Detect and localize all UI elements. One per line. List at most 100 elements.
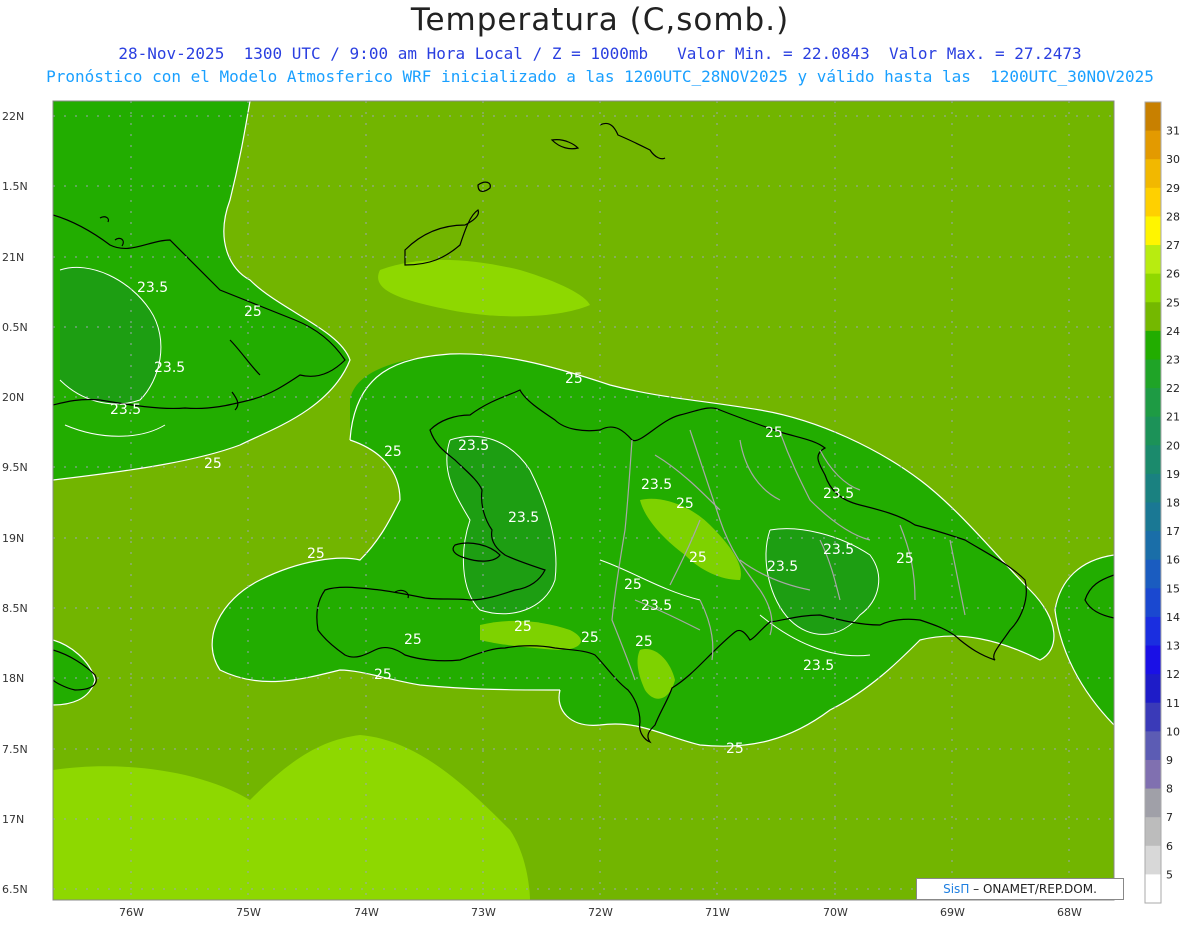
colorbar-swatch	[1145, 102, 1161, 132]
contour-label: 23.5	[110, 402, 141, 418]
contour-label: 23.5	[154, 360, 185, 376]
colorbar-swatch	[1145, 473, 1161, 503]
colorbar-tick-label: 11	[1166, 697, 1180, 710]
contour-label: 23.5	[823, 486, 854, 502]
colorbar-swatch	[1145, 130, 1161, 160]
colorbar-tick-label: 27	[1166, 239, 1180, 252]
lat-label: 1.5N	[2, 180, 28, 193]
colorbar-swatch	[1145, 187, 1161, 217]
colorbar-tick-label: 28	[1166, 210, 1180, 223]
contour-label: 25	[514, 619, 532, 635]
colorbar-swatch	[1145, 416, 1161, 446]
colorbar-swatch	[1145, 330, 1161, 360]
colorbar-tick-label: 17	[1166, 525, 1180, 538]
lon-label: 68W	[1057, 906, 1082, 919]
contour-label: 25	[676, 496, 694, 512]
contour-label: 25	[374, 667, 392, 683]
colorbar-swatch	[1145, 159, 1161, 189]
contour-label: 25	[726, 741, 744, 757]
contour-label: 23.5	[641, 477, 672, 493]
contour-label: 25	[581, 630, 599, 646]
lat-label: 7.5N	[2, 743, 28, 756]
colorbar-swatch	[1145, 788, 1161, 818]
colorbar-tick-label: 18	[1166, 497, 1180, 510]
colorbar-tick-label: 31	[1166, 125, 1180, 138]
colorbar-tick-label: 7	[1166, 811, 1173, 824]
lon-label: 74W	[354, 906, 379, 919]
contour-label: 23.5	[823, 542, 854, 558]
contour-label: 23.5	[458, 438, 489, 454]
lat-label: 8.5N	[2, 602, 28, 615]
colorbar-swatch	[1145, 531, 1161, 561]
lat-label: 22N	[2, 110, 24, 123]
latitude-axis: 22N 1.5N 21N 0.5N 20N 9.5N 19N 8.5N 18N …	[2, 110, 28, 896]
lon-label: 69W	[940, 906, 965, 919]
lat-label: 20N	[2, 391, 24, 404]
colorbar-swatch	[1145, 388, 1161, 418]
longitude-axis: 76W 75W 74W 73W 72W 71W 70W 69W 68W	[119, 906, 1082, 919]
colorbar-swatch	[1145, 845, 1161, 875]
lon-label: 73W	[471, 906, 496, 919]
contour-label: 23.5	[767, 559, 798, 575]
colorbar-tick-label: 20	[1166, 439, 1180, 452]
colorbar-swatch	[1145, 445, 1161, 475]
colorbar-swatch	[1145, 645, 1161, 675]
lon-label: 71W	[705, 906, 730, 919]
lat-label: 19N	[2, 532, 24, 545]
lat-label: 17N	[2, 813, 24, 826]
contour-label: 25	[624, 577, 642, 593]
colorbar-swatch	[1145, 502, 1161, 532]
lat-label: 9.5N	[2, 461, 28, 474]
credit-box: SisΠ – ONAMET/REP.DOM.	[916, 878, 1124, 900]
lon-label: 70W	[823, 906, 848, 919]
colorbar-tick-label: 8	[1166, 783, 1173, 796]
colorbar-swatch	[1145, 216, 1161, 246]
colorbar-swatch	[1145, 874, 1161, 904]
credit-text: – ONAMET/REP.DOM.	[973, 882, 1097, 896]
contour-label: 25	[689, 550, 707, 566]
colorbar-swatch	[1145, 702, 1161, 732]
contour-label: 25	[384, 444, 402, 460]
brand-logo-text: SisΠ	[943, 882, 970, 896]
contour-label: 23.5	[641, 598, 672, 614]
lon-label: 75W	[236, 906, 261, 919]
colorbar-tick-label: 6	[1166, 840, 1173, 853]
lat-label: 21N	[2, 251, 24, 264]
colorbar-tick-label: 13	[1166, 640, 1180, 653]
colorbar-swatch	[1145, 759, 1161, 790]
colorbar-tick-label: 15	[1166, 582, 1180, 595]
lat-label: 0.5N	[2, 321, 28, 334]
colorbar-tick-label: 24	[1166, 325, 1180, 338]
colorbar-tick-label: 21	[1166, 411, 1180, 424]
contour-label: 25	[307, 546, 325, 562]
colorbar-tick-label: 10	[1166, 725, 1180, 738]
colorbar-tick-label: 26	[1166, 268, 1180, 281]
colorbar-tick-label: 23	[1166, 353, 1180, 366]
colorbar-swatch	[1145, 731, 1161, 761]
colorbar-swatch	[1145, 559, 1161, 589]
colorbar-swatch	[1145, 302, 1161, 332]
contour-label: 25	[896, 551, 914, 567]
lat-label: 18N	[2, 672, 24, 685]
contour-label: 25	[404, 632, 422, 648]
colorbar-tick-label: 19	[1166, 468, 1180, 481]
colorbar-swatch	[1145, 245, 1161, 275]
contour-label: 25	[204, 456, 222, 472]
temperature-map: 22N 1.5N 21N 0.5N 20N 9.5N 19N 8.5N 18N …	[2, 100, 1180, 919]
lon-label: 72W	[588, 906, 613, 919]
colorbar-swatch	[1145, 359, 1161, 389]
contour-label: 23.5	[803, 658, 834, 674]
lat-label: 6.5N	[2, 883, 28, 896]
colorbar-swatch	[1145, 817, 1161, 847]
colorbar-tick-label: 9	[1166, 754, 1173, 767]
contour-label: 23.5	[137, 280, 168, 296]
lon-label: 76W	[119, 906, 144, 919]
colorbar: 31 30 29 28 27 26 25 24 23 22 21 20 19 18 17 16 15 14 13 12…	[1144, 101, 1180, 904]
colorbar-tick-label: 22	[1166, 382, 1180, 395]
contour-label: 25	[635, 634, 653, 650]
contour-label: 23.5	[508, 510, 539, 526]
colorbar-tick-label: 16	[1166, 554, 1180, 567]
colorbar-swatch	[1145, 273, 1161, 303]
contour-label: 25	[244, 304, 262, 320]
colorbar-tick-label: 29	[1166, 182, 1180, 195]
